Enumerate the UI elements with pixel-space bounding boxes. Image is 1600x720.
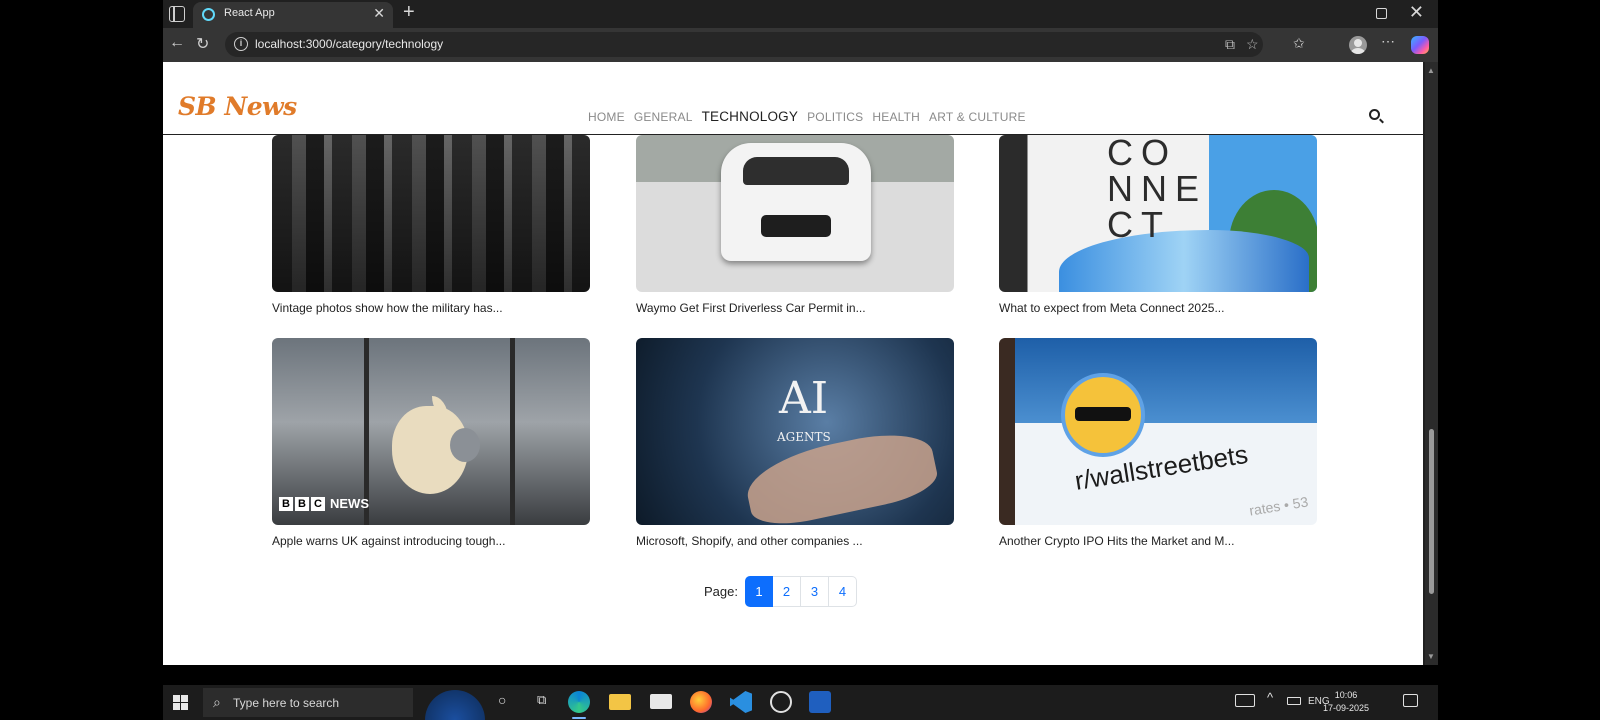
browser-tab[interactable]: React App ✕ [193,2,393,28]
waymo-car-graphic [721,143,871,261]
page-viewport: SB News HOME GENERAL TECHNOLOGY POLITICS… [163,62,1423,665]
windows-start-icon[interactable] [173,695,188,710]
connect-sign-text: CO NNE CT [1107,135,1208,245]
close-window-icon[interactable]: ✕ [1409,2,1424,23]
ai-overlay-text: AI [779,373,829,424]
article-card[interactable]: Waymo Get First Driverless Car Permit in… [636,135,954,315]
bbc-letter: B [295,496,309,511]
keyboard-icon[interactable] [1235,694,1255,707]
search-icon[interactable] [1369,109,1380,120]
copilot-icon[interactable] [1411,36,1429,54]
article-title[interactable]: Waymo Get First Driverless Car Permit in… [636,301,954,315]
page-button-4[interactable]: 4 [828,576,857,607]
article-card[interactable]: r/wallstreetbets rates • 53 Another Cryp… [999,338,1317,548]
article-card[interactable]: CO NNE CT What to expect from Meta Conne… [999,135,1317,315]
chevron-up-icon[interactable]: ^ [1267,690,1273,705]
bbc-news-watermark: B B C NEWS [279,496,369,511]
article-image[interactable]: r/wallstreetbets rates • 53 [999,338,1317,525]
favorites-icon[interactable]: ✩ [1293,35,1305,52]
site-header: SB News HOME GENERAL TECHNOLOGY POLITICS… [163,62,1423,135]
more-options-icon[interactable]: ⋯ [1381,33,1395,50]
scroll-down-icon[interactable]: ▼ [1427,652,1435,661]
article-title[interactable]: What to expect from Meta Connect 2025... [999,301,1317,315]
pagination-label: Page: [704,584,738,599]
desktop-screen: React App ✕ + ✕ ← ↻ i localhost:3000/cat… [0,0,1600,720]
edge-browser-icon[interactable] [568,691,590,719]
agents-overlay-text: AGENTS [777,430,831,444]
nav-technology[interactable]: TECHNOLOGY [702,109,799,124]
tab-title: React App [224,7,275,19]
chart-app-icon[interactable] [770,691,792,713]
article-image[interactable]: CO NNE CT [999,135,1317,292]
article-title[interactable]: Microsoft, Shopify, and other companies … [636,534,954,548]
windows-taskbar: ⌕ Type here to search ○ ⧉ ^ ENG 10:06 17… [163,685,1438,720]
task-view-icon[interactable]: ⧉ [537,692,546,708]
favorite-star-icon[interactable]: ☆ [1246,36,1259,53]
battery-icon[interactable] [1287,697,1301,705]
taskbar-clock[interactable]: 10:06 17-09-2025 [1323,689,1369,715]
clock-date: 17-09-2025 [1323,703,1370,713]
nav-home[interactable]: HOME [588,110,625,124]
close-tab-icon[interactable]: ✕ [373,5,385,22]
address-bar[interactable]: i localhost:3000/category/technology ⧉ ☆ [225,32,1263,57]
article-title[interactable]: Apple warns UK against introducing tough… [272,534,590,548]
browser-window: React App ✕ + ✕ ← ↻ i localhost:3000/cat… [163,0,1438,665]
bbc-letter: C [311,496,325,511]
nav-health[interactable]: HEALTH [872,110,920,124]
split-screen-icon[interactable]: ⧉ [1225,36,1235,53]
nav-politics[interactable]: POLITICS [807,110,863,124]
restore-window-icon[interactable] [1376,8,1387,19]
subreddit-subtext: rates • 53 [1248,493,1310,519]
apple-logo-graphic [392,406,480,494]
page-button-2[interactable]: 2 [772,576,801,607]
pagination: Page: 1 2 3 4 [704,576,857,607]
window-frame [510,338,515,525]
taskbar-search-box[interactable]: ⌕ Type here to search [203,688,413,717]
page-button-1[interactable]: 1 [744,576,773,607]
main-nav: HOME GENERAL TECHNOLOGY POLITICS HEALTH … [588,109,1026,124]
article-image[interactable] [272,135,590,292]
article-card[interactable]: B B C NEWS Apple warns UK against introd… [272,338,590,548]
scroll-up-icon[interactable]: ▲ [1427,66,1435,75]
info-icon[interactable]: i [234,37,248,51]
article-card[interactable]: Vintage photos show how the military has… [272,135,590,315]
page-scrollbar[interactable]: ▲ ▼ [1425,62,1438,665]
tab-actions-icon[interactable] [169,6,185,22]
widgets-globe-icon[interactable] [425,690,485,720]
bbc-news-label: NEWS [330,496,369,511]
react-icon [202,8,215,21]
bbc-letter: B [279,496,293,511]
nav-general[interactable]: GENERAL [634,110,693,124]
refresh-icon[interactable]: ↻ [196,34,209,54]
profile-icon[interactable] [1349,36,1367,54]
article-image[interactable] [636,135,954,292]
article-image[interactable]: B B C NEWS [272,338,590,525]
article-image[interactable]: AI AGENTS [636,338,954,525]
browser-toolbar: ← ↻ i localhost:3000/category/technology… [163,28,1438,62]
page-button-3[interactable]: 3 [800,576,829,607]
site-logo[interactable]: SB News [178,92,297,121]
new-tab-button[interactable]: + [403,1,415,24]
article-card[interactable]: AI AGENTS Microsoft, Shopify, and other … [636,338,954,548]
firefox-icon[interactable] [690,691,712,713]
article-title[interactable]: Another Crypto IPO Hits the Market and M… [999,534,1317,548]
vscode-icon[interactable] [730,691,752,713]
notification-icon[interactable] [1403,694,1418,707]
cortana-icon[interactable]: ○ [498,692,506,708]
word-icon[interactable] [809,691,831,713]
article-title[interactable]: Vintage photos show how the military has… [272,301,590,315]
url-text[interactable]: localhost:3000/category/technology [255,37,443,51]
file-explorer-icon[interactable] [609,694,631,710]
wsb-mascot-graphic [1061,373,1145,457]
nav-art-culture[interactable]: ART & CULTURE [929,110,1026,124]
scrollbar-thumb[interactable] [1429,429,1434,594]
taskbar-search-placeholder: Type here to search [233,696,340,710]
mail-icon[interactable] [650,694,672,709]
back-icon[interactable]: ← [169,34,185,52]
tab-bar: React App ✕ + ✕ [163,0,1438,28]
hands-graphic [740,424,942,525]
clock-time: 10:06 [1334,690,1358,700]
search-icon: ⌕ [213,694,221,710]
